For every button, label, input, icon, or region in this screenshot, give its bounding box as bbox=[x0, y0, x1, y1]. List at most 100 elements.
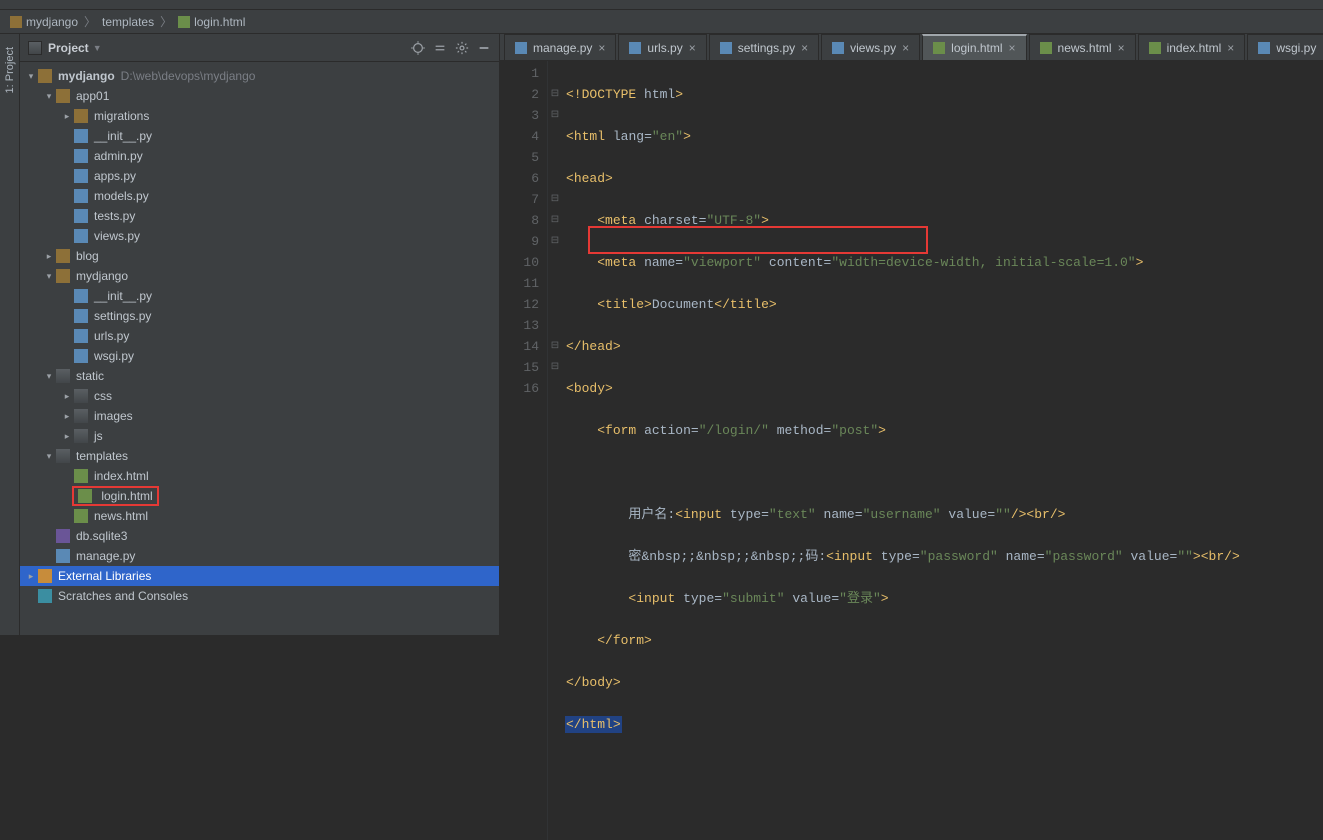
breadcrumb: mydjango 〉 templates 〉 login.html bbox=[0, 10, 1323, 34]
html-icon bbox=[1149, 42, 1161, 54]
tree-label: wsgi.py bbox=[94, 349, 134, 363]
python-icon bbox=[74, 209, 88, 223]
folder-icon bbox=[74, 429, 88, 443]
close-icon[interactable]: × bbox=[1227, 42, 1234, 54]
project-header-title: Project bbox=[48, 41, 89, 55]
close-icon[interactable]: × bbox=[1118, 42, 1125, 54]
tree-initpy2[interactable]: · __init__.py bbox=[20, 286, 499, 306]
locate-icon[interactable] bbox=[409, 39, 427, 57]
chevron-down-icon[interactable]: ▼ bbox=[93, 43, 102, 53]
tree-label: index.html bbox=[94, 469, 149, 483]
tree-label: static bbox=[76, 369, 104, 383]
folder-icon bbox=[56, 269, 70, 283]
tab-wsgi[interactable]: wsgi.py× bbox=[1247, 34, 1323, 60]
gutter: 1234 5678 9101112 13141516 bbox=[500, 61, 548, 840]
tree-loginhtml[interactable]: · login.html bbox=[20, 486, 499, 506]
tree-label: External Libraries bbox=[58, 569, 151, 583]
tree-newshtml[interactable]: · news.html bbox=[20, 506, 499, 526]
menubar bbox=[0, 0, 1323, 10]
fold-gutter[interactable]: ⊟⊟⊟ ⊟⊟⊟⊟ bbox=[548, 61, 562, 840]
python-icon bbox=[74, 149, 88, 163]
tree-managepy[interactable]: · manage.py bbox=[20, 546, 499, 566]
tree-images[interactable]: ▸ images bbox=[20, 406, 499, 426]
tree-migrations[interactable]: ▸ migrations bbox=[20, 106, 499, 126]
breadcrumb-file[interactable]: login.html bbox=[178, 15, 245, 29]
tab-label: news.html bbox=[1058, 41, 1112, 55]
folder-icon bbox=[74, 409, 88, 423]
tree-wsgipy[interactable]: · wsgi.py bbox=[20, 346, 499, 366]
breadcrumb-templates[interactable]: templates bbox=[102, 15, 154, 29]
tree-scratches[interactable]: · Scratches and Consoles bbox=[20, 586, 499, 606]
tab-login[interactable]: login.html × bbox=[922, 34, 1026, 60]
python-icon bbox=[74, 309, 88, 323]
tab-label: index.html bbox=[1167, 41, 1222, 55]
tree-dbsqlite[interactable]: · db.sqlite3 bbox=[20, 526, 499, 546]
breadcrumb-label: templates bbox=[102, 15, 154, 29]
code-area[interactable]: <!DOCTYPE html> <html lang="en"> <head> … bbox=[562, 61, 1323, 840]
tree-blog[interactable]: ▸ blog bbox=[20, 246, 499, 266]
library-icon bbox=[38, 569, 52, 583]
tab-urls[interactable]: urls.py × bbox=[618, 34, 706, 60]
tree-js[interactable]: ▸ js bbox=[20, 426, 499, 446]
close-icon[interactable]: × bbox=[801, 42, 808, 54]
python-icon bbox=[1258, 42, 1270, 54]
tree-label: urls.py bbox=[94, 329, 129, 343]
tab-label: urls.py bbox=[647, 41, 682, 55]
tree-label: manage.py bbox=[76, 549, 135, 563]
tree-root[interactable]: ▾ mydjango D:\web\devops\mydjango bbox=[20, 66, 499, 86]
project-tree[interactable]: ▾ mydjango D:\web\devops\mydjango ▾ app0… bbox=[20, 62, 499, 635]
tree-app01[interactable]: ▾ app01 bbox=[20, 86, 499, 106]
project-icon bbox=[28, 41, 42, 55]
tree-label: __init__.py bbox=[94, 289, 152, 303]
tab-label: manage.py bbox=[533, 41, 592, 55]
tree-modelspy[interactable]: · models.py bbox=[20, 186, 499, 206]
hide-icon[interactable] bbox=[475, 39, 493, 57]
tree-testspy[interactable]: · tests.py bbox=[20, 206, 499, 226]
close-icon[interactable]: × bbox=[598, 42, 605, 54]
close-icon[interactable]: × bbox=[902, 42, 909, 54]
tree-templates[interactable]: ▾ templates bbox=[20, 446, 499, 466]
close-icon[interactable]: × bbox=[1009, 42, 1016, 54]
breadcrumb-label: mydjango bbox=[26, 15, 78, 29]
breadcrumb-root[interactable]: mydjango bbox=[10, 15, 78, 29]
tab-views[interactable]: views.py× bbox=[821, 34, 920, 60]
tab-index[interactable]: index.html × bbox=[1138, 34, 1246, 60]
collapse-icon[interactable] bbox=[431, 39, 449, 57]
tab-settings[interactable]: settings.py× bbox=[709, 34, 819, 60]
tree-urlspy[interactable]: · urls.py bbox=[20, 326, 499, 346]
tree-label: blog bbox=[76, 249, 99, 263]
tree-indexhtml[interactable]: · index.html bbox=[20, 466, 499, 486]
html-icon bbox=[933, 42, 945, 54]
tree-adminpy[interactable]: · admin.py bbox=[20, 146, 499, 166]
gear-icon[interactable] bbox=[453, 39, 471, 57]
tree-appspy[interactable]: · apps.py bbox=[20, 166, 499, 186]
python-icon bbox=[629, 42, 641, 54]
tab-label: login.html bbox=[951, 41, 1002, 55]
tree-css[interactable]: ▸ css bbox=[20, 386, 499, 406]
tree-initpy[interactable]: · __init__.py bbox=[20, 126, 499, 146]
tree-label: news.html bbox=[94, 509, 148, 523]
tab-news[interactable]: news.html × bbox=[1029, 34, 1136, 60]
project-panel: Project ▼ ▾ mydjango D:\web\devops\mydja… bbox=[20, 34, 500, 635]
tree-viewspy[interactable]: · views.py bbox=[20, 226, 499, 246]
python-icon bbox=[720, 42, 732, 54]
tab-manage[interactable]: manage.py × bbox=[504, 34, 616, 60]
folder-icon bbox=[74, 109, 88, 123]
highlight-box: login.html bbox=[72, 486, 159, 506]
tree-mydjango[interactable]: ▾ mydjango bbox=[20, 266, 499, 286]
folder-icon bbox=[74, 389, 88, 403]
folder-icon bbox=[38, 69, 52, 83]
tree-settingspy[interactable]: · settings.py bbox=[20, 306, 499, 326]
python-icon bbox=[515, 42, 527, 54]
editor-area: manage.py × urls.py × settings.py× views.p… bbox=[500, 34, 1323, 635]
editor-body[interactable]: 1234 5678 9101112 13141516 ⊟⊟⊟ ⊟⊟⊟⊟ <!DO… bbox=[500, 61, 1323, 840]
folder-icon bbox=[10, 16, 22, 28]
html-icon bbox=[1040, 42, 1052, 54]
python-icon bbox=[74, 329, 88, 343]
tree-label: views.py bbox=[94, 229, 140, 243]
tree-external-libraries[interactable]: ▸ External Libraries bbox=[20, 566, 499, 586]
tooltab-project[interactable]: 1: Project bbox=[1, 38, 19, 102]
close-icon[interactable]: × bbox=[689, 42, 696, 54]
tree-label: models.py bbox=[94, 189, 149, 203]
tree-static[interactable]: ▾ static bbox=[20, 366, 499, 386]
